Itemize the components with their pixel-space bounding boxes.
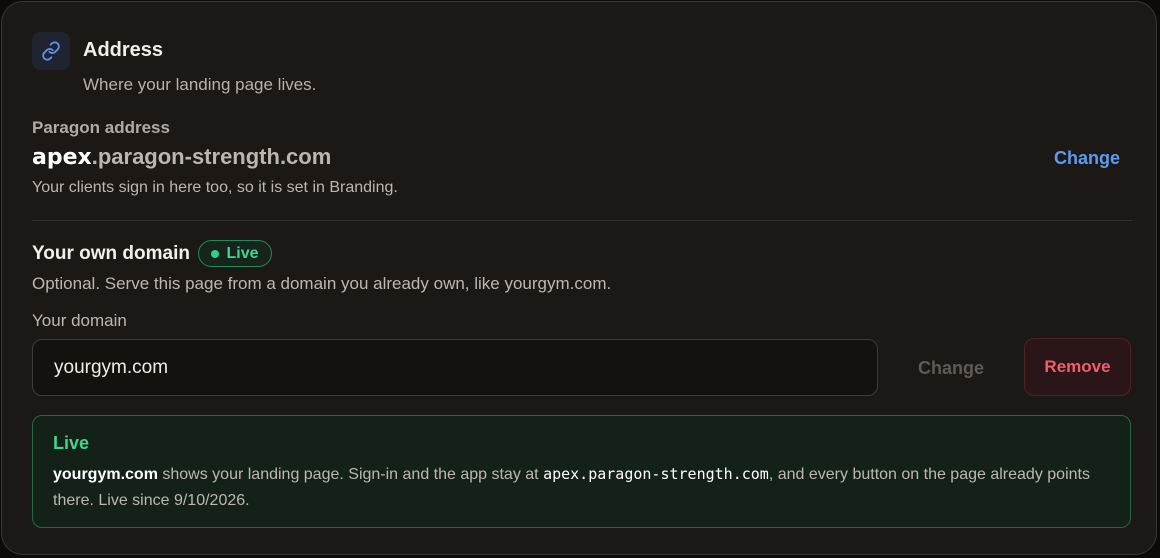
live-status-badge: Live	[198, 240, 272, 267]
paragon-address: apex.paragon-strength.com	[32, 144, 331, 170]
status-text-1: shows your landing page. Sign-in and the…	[157, 466, 544, 483]
paragon-address-help: Your clients sign in here too, so it is …	[32, 179, 398, 196]
own-domain-help: Optional. Serve this page from a domain …	[32, 274, 612, 293]
remove-domain-button[interactable]: Remove	[1024, 338, 1131, 396]
status-app-host: apex.paragon-strength.com	[543, 465, 769, 483]
live-badge-label: Live	[226, 244, 259, 262]
domain-field-label: Your domain	[32, 311, 127, 330]
change-paragon-address-button[interactable]: Change	[1054, 148, 1120, 169]
status-title: Live	[53, 433, 90, 453]
section-title: Address	[83, 39, 164, 61]
own-domain-title: Your own domain	[32, 243, 190, 264]
paragon-domain: .paragon-strength.com	[91, 144, 332, 169]
status-message: yourgym.com shows your landing page. Sig…	[53, 461, 1113, 514]
link-icon	[32, 32, 70, 70]
live-status-panel: Live yourgym.com shows your landing page…	[32, 415, 1131, 528]
section-subtitle: Where your landing page lives.	[83, 75, 317, 94]
status-dot-icon	[211, 249, 220, 258]
address-card: Address Where your landing page lives. P…	[1, 1, 1157, 555]
status-domain: yourgym.com	[53, 466, 158, 483]
domain-input[interactable]	[32, 339, 878, 396]
divider	[32, 220, 1132, 221]
paragon-address-label: Paragon address	[32, 118, 170, 137]
change-domain-button[interactable]: Change	[898, 342, 1004, 394]
paragon-subdomain: apex	[32, 145, 92, 170]
